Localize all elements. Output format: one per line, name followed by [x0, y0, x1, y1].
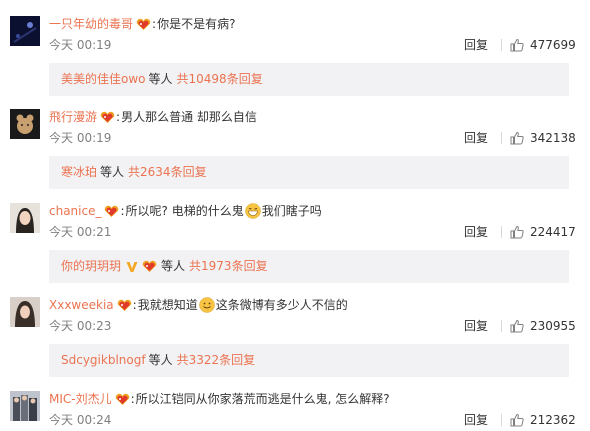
like-button[interactable]: 342138 — [501, 130, 576, 146]
reply-total-link[interactable]: 共1973条回复 — [189, 250, 268, 283]
vip-badge-icon — [116, 299, 133, 312]
divider — [501, 414, 502, 426]
reply-username[interactable]: 美美的佳佳owo — [61, 63, 146, 96]
reply-deng-text: 等人 — [161, 259, 186, 273]
comment-username[interactable]: Xxxweekia — [49, 297, 114, 313]
thumbs-up-icon — [510, 38, 524, 52]
comment-time: 今天 00:24 — [49, 413, 112, 427]
divider — [501, 226, 502, 238]
comment-text: 所以江铠同从你家落荒而逃是什么鬼, 怎么解释? — [135, 392, 390, 406]
like-button[interactable]: 230955 — [501, 318, 576, 334]
avatar[interactable] — [10, 297, 40, 327]
comment-time: 今天 00:21 — [49, 225, 112, 239]
reply-deng-text: 等人 — [148, 72, 173, 86]
reply-button[interactable]: 回复 — [464, 130, 488, 146]
reply-deng-text: 等人 — [100, 165, 125, 179]
avatar[interactable] — [10, 391, 40, 421]
like-count: 230955 — [530, 319, 576, 333]
comment-username[interactable]: 飛行漫游 — [49, 109, 97, 125]
like-count: 477699 — [530, 38, 576, 52]
comment-text: 你是不是有病? — [157, 17, 236, 31]
reply-username[interactable]: Sdcygikblnogf — [61, 344, 146, 377]
divider — [501, 39, 502, 51]
thumbs-up-icon — [510, 225, 524, 239]
like-count: 212362 — [530, 413, 576, 427]
grin-emoji-icon — [244, 203, 261, 219]
vip-badge-icon — [99, 111, 116, 124]
comment-time: 今天 00:19 — [49, 131, 112, 145]
like-button[interactable]: 224417 — [501, 224, 576, 240]
replies-summary[interactable]: Sdcygikblnogf 等人 共3322条回复 — [49, 344, 569, 377]
comment-time: 今天 00:23 — [49, 319, 112, 333]
reply-total-link[interactable]: 共2634条回复 — [128, 156, 207, 189]
reply-button[interactable]: 回复 — [464, 318, 488, 334]
like-count: 342138 — [530, 131, 576, 145]
like-count: 224417 — [530, 225, 576, 239]
avatar[interactable] — [10, 16, 40, 46]
vip-badge-icon — [135, 18, 152, 31]
comment-time: 今天 00:19 — [49, 38, 112, 52]
reply-button[interactable]: 回复 — [464, 412, 488, 428]
reply-username[interactable]: 你的玥玥玥 — [61, 250, 121, 283]
vip-badge-icon — [103, 205, 120, 218]
reply-deng-text: 等人 — [148, 353, 173, 367]
v-verified-icon — [125, 260, 139, 274]
vip-badge-icon — [114, 393, 131, 406]
divider — [501, 132, 502, 144]
vip-badge-icon — [141, 260, 158, 273]
comment-username[interactable]: chanice_ — [49, 203, 101, 219]
comment-username[interactable]: 一只年幼的毒哥 — [49, 16, 133, 32]
avatar[interactable] — [10, 109, 40, 139]
comment-text-tail: 这条微博有多少人不信的 — [215, 298, 348, 312]
thumbs-up-icon — [510, 319, 524, 333]
replies-summary[interactable]: 你的玥玥玥 等人 共1973条回复 — [49, 250, 569, 283]
like-button[interactable]: 477699 — [501, 37, 576, 53]
replies-summary[interactable]: 寒冰珀 等人 共2634条回复 — [49, 156, 569, 189]
divider — [501, 320, 502, 332]
reply-username[interactable]: 寒冰珀 — [61, 156, 97, 189]
comment-text: 男人那么普通 却那么自信 — [121, 110, 257, 124]
like-button[interactable]: 212362 — [501, 412, 576, 428]
replies-summary[interactable]: 美美的佳佳owo 等人 共10498条回复 — [49, 63, 569, 96]
smile-emoji-icon — [198, 297, 215, 313]
avatar[interactable] — [10, 203, 40, 233]
comment-text: 所以呢? 电梯的什么鬼 — [125, 204, 244, 218]
thumbs-up-icon — [510, 131, 524, 145]
reply-button[interactable]: 回复 — [464, 224, 488, 240]
reply-total-link[interactable]: 共3322条回复 — [177, 344, 256, 377]
reply-button[interactable]: 回复 — [464, 37, 488, 53]
reply-total-link[interactable]: 共10498条回复 — [177, 63, 263, 96]
comment-text: 我就想知道 — [137, 298, 198, 312]
thumbs-up-icon — [510, 413, 524, 427]
comment-username[interactable]: MIC-刘杰儿 — [49, 391, 112, 407]
comment-text-tail: 我们瞎子吗 — [261, 204, 322, 218]
